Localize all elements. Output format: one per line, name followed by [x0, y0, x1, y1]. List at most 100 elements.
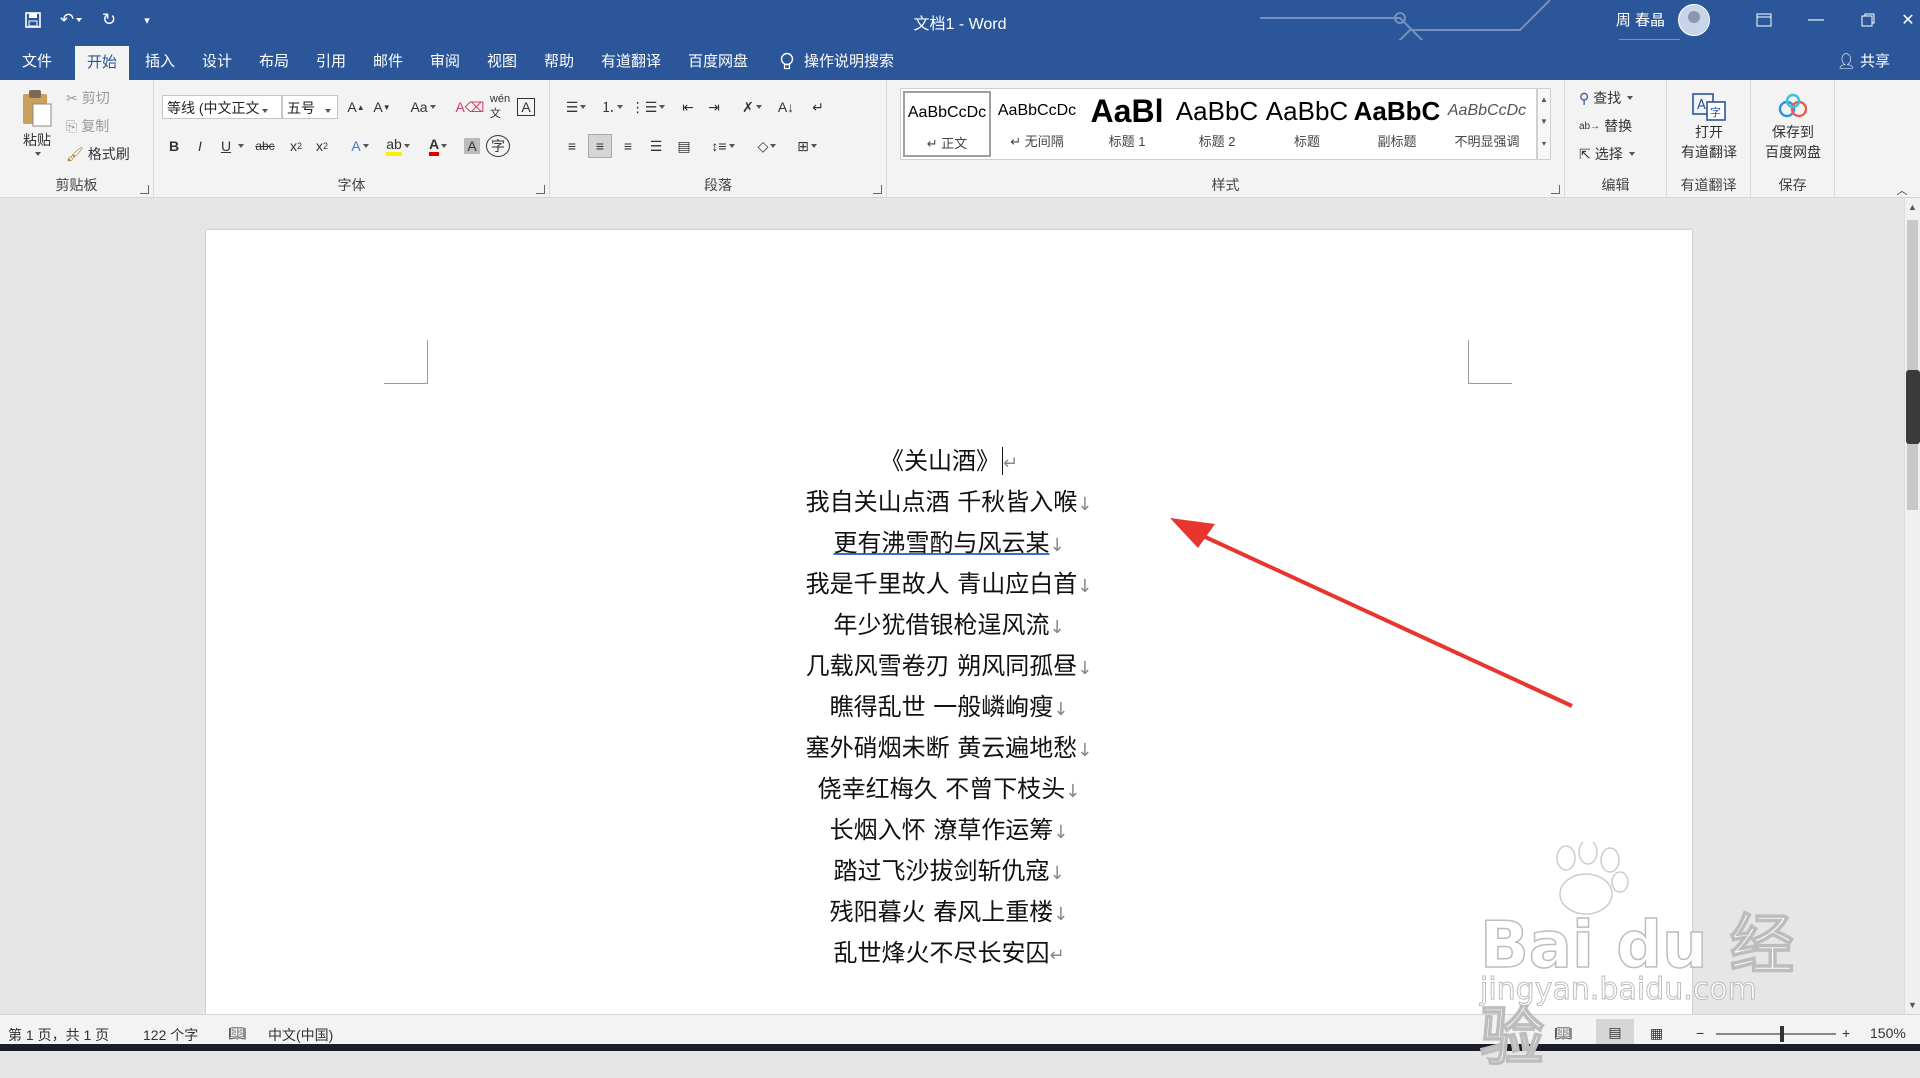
- text-effects-icon[interactable]: A: [344, 134, 376, 158]
- zoom-out-icon[interactable]: −: [1696, 1025, 1704, 1041]
- page-count[interactable]: 第 1 页，共 1 页: [8, 1025, 109, 1045]
- document-body[interactable]: 《关山酒》 ↵ 我自关山点酒 千秋皆入喉↓ 更有沸雪酌与风云某↓ 我是千里故人 青…: [206, 442, 1692, 975]
- align-right-icon[interactable]: ≡: [616, 134, 640, 158]
- style-subtle-emphasis[interactable]: AaBbCcDc 不明显强调: [1443, 91, 1531, 157]
- font-size-combo[interactable]: 五号: [282, 95, 338, 119]
- page[interactable]: 《关山酒》 ↵ 我自关山点酒 千秋皆入喉↓ 更有沸雪酌与风云某↓ 我是千里故人 青…: [206, 230, 1692, 1014]
- zoom-slider[interactable]: [1716, 1033, 1836, 1035]
- tab-youdao[interactable]: 有道翻译: [601, 50, 661, 71]
- character-shading-icon[interactable]: A: [460, 134, 484, 158]
- close-icon[interactable]: ✕: [1882, 0, 1920, 40]
- style-name: 副标题: [1377, 134, 1417, 149]
- justify-icon[interactable]: ☰: [644, 134, 668, 158]
- paste-button[interactable]: 粘贴: [14, 88, 60, 156]
- numbering-icon[interactable]: ⒈: [596, 95, 628, 119]
- align-left-icon[interactable]: ≡: [560, 134, 584, 158]
- tab-layout[interactable]: 布局: [259, 50, 289, 71]
- font-name-combo[interactable]: 等线 (中文正文: [162, 95, 282, 119]
- print-layout-icon[interactable]: ▤: [1596, 1019, 1634, 1047]
- style-no-spacing[interactable]: AaBbCcDc ↵ 无间隔: [993, 91, 1081, 157]
- side-panel-handle[interactable]: [1906, 370, 1920, 444]
- change-case-icon[interactable]: Aa: [406, 95, 440, 119]
- youdao-group-label: 有道翻译: [1680, 177, 1737, 193]
- style-normal[interactable]: AaBbCcDc ↵ 正文: [903, 91, 991, 157]
- scroll-up-icon[interactable]: ▲: [1908, 202, 1918, 212]
- word-count[interactable]: 122 个字: [143, 1025, 198, 1045]
- tab-help[interactable]: 帮助: [544, 50, 574, 71]
- shading-icon[interactable]: ◇: [750, 134, 784, 158]
- tab-design[interactable]: 设计: [202, 50, 232, 71]
- borders-icon[interactable]: ⊞: [790, 134, 824, 158]
- styles-launcher-icon[interactable]: [1551, 185, 1560, 194]
- open-youdao-button[interactable]: A字 打开 有道翻译: [1673, 92, 1745, 162]
- save-to-baidu-line1: 保存到: [1772, 124, 1814, 140]
- web-layout-icon[interactable]: ▦: [1650, 1025, 1663, 1042]
- italic-icon[interactable]: I: [188, 134, 212, 158]
- font-color-icon[interactable]: A: [420, 134, 456, 158]
- scrollbar-thumb[interactable]: [1907, 220, 1918, 510]
- line-spacing-icon[interactable]: ↕≡: [706, 134, 740, 158]
- zoom-slider-knob[interactable]: [1780, 1026, 1784, 1042]
- cut-label: 剪切: [81, 90, 110, 106]
- proofing-icon[interactable]: 📖︎: [228, 1025, 246, 1042]
- enclose-characters-icon[interactable]: 字: [486, 134, 510, 158]
- tab-mailings[interactable]: 邮件: [373, 50, 403, 71]
- tab-baidu[interactable]: 百度网盘: [688, 50, 748, 71]
- increase-indent-icon[interactable]: ⇥: [702, 95, 726, 119]
- tab-home[interactable]: 开始: [75, 46, 130, 80]
- highlight-color-icon[interactable]: ab: [380, 134, 416, 158]
- subscript-icon[interactable]: x2: [284, 134, 308, 158]
- find-button[interactable]: ⚲ 查找: [1579, 88, 1634, 108]
- distributed-icon[interactable]: ▤: [672, 134, 696, 158]
- character-border-icon[interactable]: A: [514, 95, 538, 119]
- copy-button[interactable]: ⎘ 复制: [66, 116, 109, 136]
- font-launcher-icon[interactable]: [536, 185, 545, 194]
- clipboard-launcher-icon[interactable]: [140, 185, 149, 194]
- paragraph-launcher-icon[interactable]: [873, 185, 882, 194]
- read-mode-icon[interactable]: 📖︎: [1554, 1025, 1572, 1042]
- superscript-icon[interactable]: x2: [310, 134, 334, 158]
- tab-review[interactable]: 审阅: [430, 50, 460, 71]
- baidu-cloud-icon: [1778, 93, 1808, 118]
- bold-icon[interactable]: B: [162, 134, 186, 158]
- asian-layout-icon[interactable]: ✗: [736, 95, 768, 119]
- style-heading-1[interactable]: AaBl 标题 1: [1083, 91, 1171, 157]
- multilevel-list-icon[interactable]: ⋮☰: [631, 95, 666, 119]
- tab-view[interactable]: 视图: [487, 50, 517, 71]
- tab-insert[interactable]: 插入: [145, 50, 175, 71]
- styles-gallery-scroll[interactable]: ▲ ▼ ▾: [1537, 88, 1551, 160]
- tab-references[interactable]: 引用: [316, 50, 346, 71]
- tell-me-search[interactable]: 操作说明搜索: [780, 50, 894, 71]
- decrease-indent-icon[interactable]: ⇤: [676, 95, 700, 119]
- vertical-scrollbar[interactable]: ▲ ▼: [1904, 198, 1920, 1014]
- zoom-in-icon[interactable]: +: [1842, 1025, 1850, 1041]
- replace-button[interactable]: ab→ 替换: [1579, 116, 1632, 136]
- strikethrough-icon[interactable]: abc: [250, 134, 280, 158]
- underline-dropdown-icon[interactable]: [234, 134, 246, 158]
- style-subtitle[interactable]: AaBbC 副标题: [1353, 91, 1441, 157]
- style-heading-2[interactable]: AaBbC 标题 2: [1173, 91, 1261, 157]
- share-button[interactable]: 👤︎ 共享: [1837, 50, 1890, 71]
- style-title[interactable]: AaBbC 标题: [1263, 91, 1351, 157]
- show-marks-icon[interactable]: ↵: [806, 95, 830, 119]
- sort-icon[interactable]: A↓: [774, 95, 798, 119]
- grow-font-icon[interactable]: A ▲: [344, 95, 368, 119]
- phonetic-guide-icon[interactable]: wén 文: [488, 93, 512, 120]
- minimize-icon[interactable]: —: [1790, 0, 1842, 40]
- save-to-baidu-button[interactable]: 保存到 百度网盘: [1755, 92, 1831, 162]
- ribbon-display-options-icon[interactable]: [1738, 0, 1790, 40]
- tab-file[interactable]: 文件: [22, 50, 52, 71]
- language[interactable]: 中文(中国): [268, 1025, 333, 1045]
- align-center-icon[interactable]: ≡: [588, 134, 612, 158]
- scroll-down-icon[interactable]: ▼: [1908, 1000, 1918, 1010]
- select-button[interactable]: ⇱ 选择: [1579, 144, 1635, 164]
- zoom-level[interactable]: 150%: [1870, 1025, 1906, 1041]
- bullets-icon[interactable]: ☰: [560, 95, 592, 119]
- user-name[interactable]: 周 春晶: [1616, 9, 1665, 30]
- cut-button[interactable]: ✂ 剪切: [66, 88, 110, 108]
- clear-formatting-icon[interactable]: A⌫: [455, 95, 484, 119]
- share-label: 共享: [1859, 53, 1890, 70]
- avatar[interactable]: [1678, 4, 1710, 36]
- shrink-font-icon[interactable]: A ▼: [370, 95, 394, 119]
- format-painter-button[interactable]: 🖌︎ 格式刷: [66, 144, 130, 164]
